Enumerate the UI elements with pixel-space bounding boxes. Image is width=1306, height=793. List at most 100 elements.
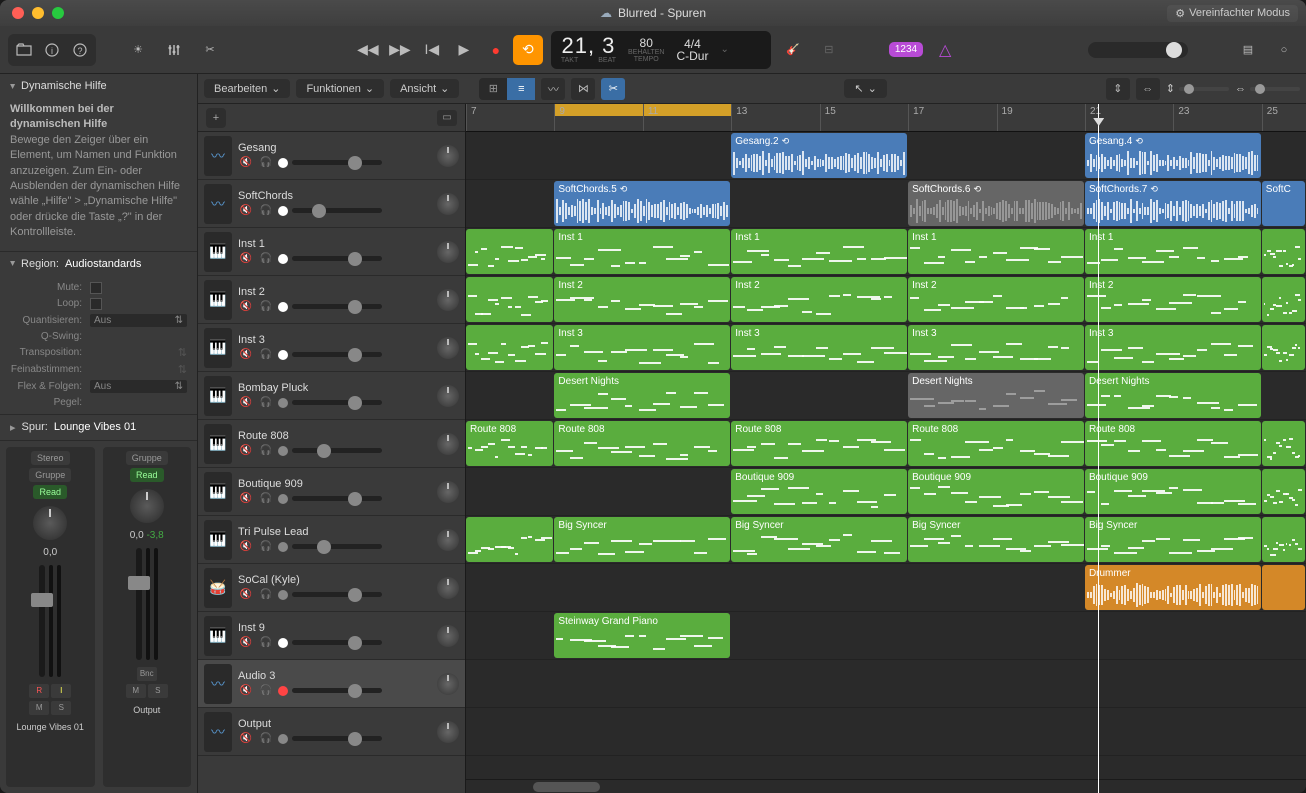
track-icon[interactable]: 🎹: [204, 280, 232, 320]
track-icon[interactable]: 🎹: [204, 376, 232, 416]
catch-button[interactable]: ✂: [601, 78, 625, 100]
metronome-button[interactable]: △: [931, 36, 959, 64]
ruler[interactable]: 791113151719212325: [466, 104, 1306, 132]
track-lane[interactable]: Inst 1Inst 1Inst 1Inst 1: [466, 228, 1306, 276]
horizontal-zoom-slider[interactable]: [1250, 87, 1300, 91]
region[interactable]: Boutique 909: [1085, 469, 1261, 514]
region[interactable]: [1262, 517, 1305, 562]
region[interactable]: [466, 277, 553, 322]
track-pan-knob[interactable]: [437, 289, 459, 311]
headphones-icon[interactable]: 🎧: [258, 636, 274, 650]
vertical-zoom-slider[interactable]: [1179, 87, 1229, 91]
rec-enable[interactable]: R: [29, 684, 49, 698]
mute-icon[interactable]: 🔇: [238, 252, 254, 266]
pan-knob[interactable]: [130, 489, 164, 523]
track-lane[interactable]: Steinway Grand Piano: [466, 612, 1306, 660]
track-volume-slider[interactable]: [292, 400, 382, 405]
arrangement-area[interactable]: 791113151719212325 Gesang.2⟲Gesang.4⟲Sof…: [466, 104, 1306, 793]
region[interactable]: Gesang.2⟲: [731, 133, 907, 178]
region[interactable]: Desert Nights: [1085, 373, 1261, 418]
region[interactable]: Boutique 909: [908, 469, 1084, 514]
minimize-button[interactable]: [32, 7, 44, 19]
zoom-button[interactable]: [52, 7, 64, 19]
region[interactable]: Inst 1: [908, 229, 1084, 274]
mute-icon[interactable]: 🔇: [238, 348, 254, 362]
horizontal-scrollbar[interactable]: [466, 779, 1306, 793]
track-volume-slider[interactable]: [292, 640, 382, 645]
chevron-down-icon[interactable]: ⌄: [720, 44, 728, 55]
headphones-icon[interactable]: 🎧: [258, 444, 274, 458]
region[interactable]: Big Syncer: [554, 517, 730, 562]
track-header[interactable]: 🎹Inst 1🔇🎧: [198, 228, 465, 276]
region[interactable]: Inst 3: [554, 325, 730, 370]
group-button[interactable]: Gruppe: [126, 451, 168, 465]
track-volume-slider[interactable]: [292, 256, 382, 261]
edit-menu[interactable]: Bearbeiten ⌄: [204, 79, 290, 98]
track-header[interactable]: 〰Output🔇🎧: [198, 708, 465, 756]
region[interactable]: [1262, 229, 1305, 274]
track-header[interactable]: 🎹Tri Pulse Lead🔇🎧: [198, 516, 465, 564]
count-in-button[interactable]: ⊟: [815, 36, 843, 64]
region[interactable]: [1262, 421, 1305, 466]
record-button[interactable]: ●: [481, 35, 511, 65]
mixer-button[interactable]: [160, 36, 188, 64]
quantize-select[interactable]: Aus⇅: [90, 314, 187, 327]
track-volume-slider[interactable]: [292, 160, 382, 165]
region[interactable]: [466, 517, 553, 562]
headphones-icon[interactable]: 🎧: [258, 252, 274, 266]
flex-select[interactable]: Aus⇅: [90, 380, 187, 393]
solo-button[interactable]: S: [148, 684, 168, 698]
flex-button[interactable]: ⋈: [571, 78, 595, 100]
automation-mode-button[interactable]: Read: [33, 485, 67, 499]
record-enable-button[interactable]: [278, 446, 288, 456]
track-pan-knob[interactable]: [437, 337, 459, 359]
track-header[interactable]: 〰Audio 3🔇🎧: [198, 660, 465, 708]
master-volume-slider[interactable]: [1088, 42, 1188, 58]
region[interactable]: Route 808: [908, 421, 1084, 466]
track-pan-knob[interactable]: [437, 241, 459, 263]
headphones-icon[interactable]: 🎧: [258, 156, 274, 170]
region[interactable]: [1262, 325, 1305, 370]
scissors-button[interactable]: ✂: [196, 36, 224, 64]
region[interactable]: SoftChords.5⟲: [554, 181, 730, 226]
track-pan-knob[interactable]: [437, 385, 459, 407]
close-button[interactable]: [12, 7, 24, 19]
track-volume-slider[interactable]: [292, 736, 382, 741]
lcd-display[interactable]: 21, 3 TAKT BEAT 80 Behalten TEMPO 4/4 C-…: [551, 31, 771, 69]
record-enable-button[interactable]: [278, 542, 288, 552]
mute-icon[interactable]: 🔇: [238, 540, 254, 554]
pan-knob[interactable]: [33, 506, 67, 540]
automation-button[interactable]: 〰: [541, 78, 565, 100]
region[interactable]: Steinway Grand Piano: [554, 613, 730, 658]
headphones-icon[interactable]: 🎧: [258, 204, 274, 218]
track-lane[interactable]: Drummer: [466, 564, 1306, 612]
list-view-button[interactable]: ≡: [507, 78, 535, 100]
solo-button[interactable]: S: [51, 701, 71, 715]
region[interactable]: Boutique 909: [731, 469, 907, 514]
region[interactable]: Inst 2: [731, 277, 907, 322]
region[interactable]: SoftC: [1262, 181, 1305, 226]
region[interactable]: SoftChords.6⟲: [908, 181, 1084, 226]
track-pan-knob[interactable]: [437, 433, 459, 455]
add-track-button[interactable]: +: [206, 108, 226, 128]
track-lane[interactable]: SoftChords.5⟲SoftChords.6⟲SoftChords.7⟲S…: [466, 180, 1306, 228]
track-pan-knob[interactable]: [437, 145, 459, 167]
region[interactable]: Inst 3: [731, 325, 907, 370]
pointer-tool[interactable]: ↖ ⌄: [844, 79, 886, 98]
tuner-button[interactable]: 🎸: [779, 36, 807, 64]
track-lane[interactable]: Boutique 909Boutique 909Boutique 909: [466, 468, 1306, 516]
region[interactable]: Route 808: [731, 421, 907, 466]
track-icon[interactable]: 〰: [204, 136, 232, 176]
record-enable-button[interactable]: [278, 350, 288, 360]
track-volume-slider[interactable]: [292, 496, 382, 501]
track-header[interactable]: 🎹Inst 3🔇🎧: [198, 324, 465, 372]
mute-icon[interactable]: 🔇: [238, 684, 254, 698]
track-lane[interactable]: Inst 3Inst 3Inst 3Inst 3: [466, 324, 1306, 372]
mute-icon[interactable]: 🔇: [238, 492, 254, 506]
region[interactable]: Big Syncer: [731, 517, 907, 562]
help-disclosure[interactable]: ▸ Dynamische Hilfe: [0, 74, 197, 98]
region[interactable]: Inst 1: [1085, 229, 1261, 274]
region[interactable]: Route 808: [554, 421, 730, 466]
track-header[interactable]: 🥁SoCal (Kyle)🔇🎧: [198, 564, 465, 612]
mute-icon[interactable]: 🔇: [238, 588, 254, 602]
